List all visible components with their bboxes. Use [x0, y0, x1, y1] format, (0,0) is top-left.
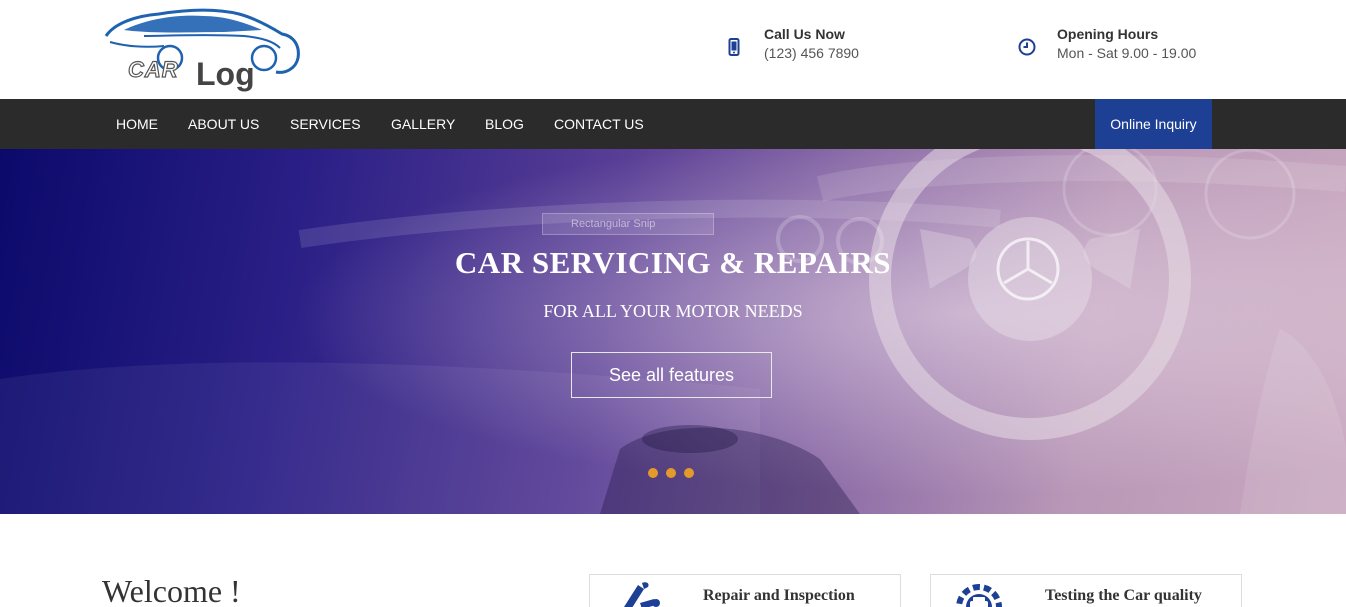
nav-gallery[interactable]: GALLERY [391, 99, 455, 149]
hero-slider: Rectangular Snip CAR SERVICING & REPAIRS… [0, 149, 1346, 514]
clock-icon [1017, 37, 1037, 57]
car-interior-image [0, 149, 1346, 514]
snip-overlay-label: Rectangular Snip [542, 213, 714, 235]
service-card-testing-title: Testing the Car quality [1045, 587, 1202, 604]
service-card-testing[interactable]: Testing the Car quality [930, 574, 1242, 607]
welcome-heading: Welcome ! [102, 573, 241, 607]
phone-number[interactable]: (123) 456 7890 [764, 43, 859, 63]
site-logo[interactable]: CAR Log [104, 6, 304, 96]
nav-services[interactable]: SERVICES [290, 99, 361, 149]
call-us-title: Call Us Now [764, 26, 845, 42]
online-inquiry-button[interactable]: Online Inquiry [1095, 99, 1212, 149]
slider-pagination [648, 468, 694, 478]
mobile-phone-icon [724, 37, 744, 57]
logo-car-text: CAR [127, 56, 179, 82]
hero-title: CAR SERVICING & REPAIRS [454, 245, 892, 280]
slider-dot-3[interactable] [684, 468, 694, 478]
service-card-repair-title: Repair and Inspection [703, 587, 855, 604]
opening-hours-value: Mon - Sat 9.00 - 19.00 [1057, 45, 1197, 61]
service-card-repair[interactable]: Repair and Inspection [589, 574, 901, 607]
nav-about-us[interactable]: ABOUT US [188, 99, 259, 149]
nav-home[interactable]: HOME [116, 99, 158, 149]
gear-car-icon [951, 579, 1007, 607]
hero-subtitle: FOR ALL YOUR MOTOR NEEDS [543, 301, 803, 321]
site-header: CAR Log Call Us Now (123) 456 7890 Openi… [0, 0, 1346, 99]
nav-blog[interactable]: BLOG [485, 99, 524, 149]
main-nav: HOME ABOUT US SERVICES GALLERY BLOG CONT… [0, 99, 1346, 149]
opening-hours-title: Opening Hours [1057, 26, 1159, 42]
logo-log-text: Log [196, 56, 255, 92]
call-us-block: Call Us Now (123) 456 7890 [724, 25, 859, 63]
slider-dot-1[interactable] [648, 468, 658, 478]
tools-icon [610, 579, 666, 607]
see-all-features-button[interactable]: See all features [571, 352, 772, 398]
opening-hours-block: Opening Hours Mon - Sat 9.00 - 19.00 [1017, 25, 1196, 63]
slider-dot-2[interactable] [666, 468, 676, 478]
nav-contact-us[interactable]: CONTACT US [554, 99, 644, 149]
